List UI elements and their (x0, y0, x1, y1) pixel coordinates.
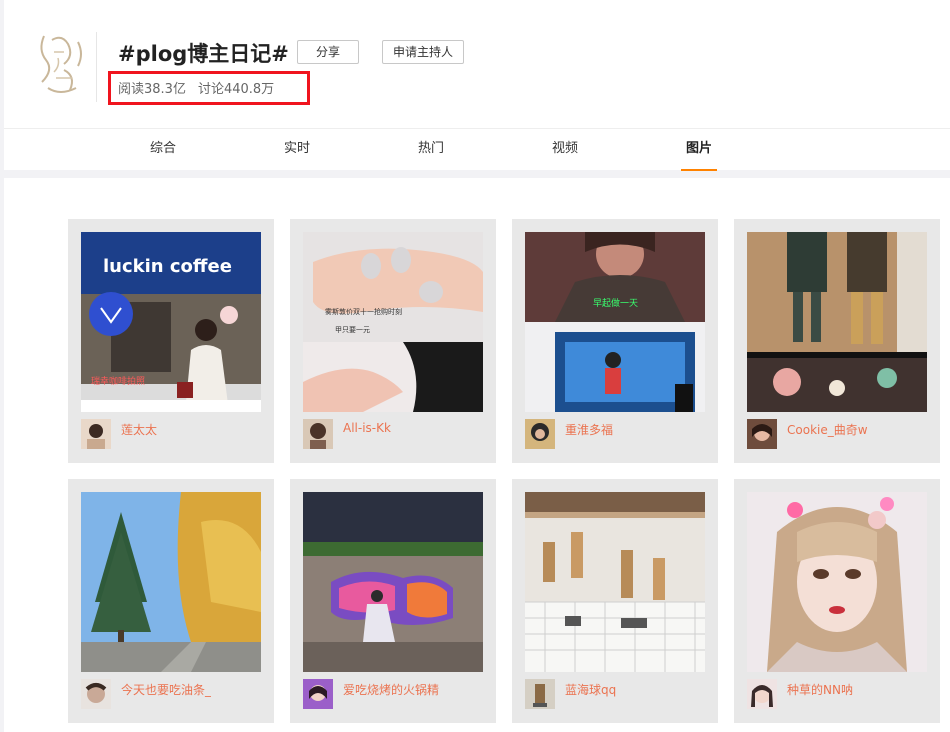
post-username[interactable]: Cookie_曲奇w (787, 421, 868, 438)
active-tab-underline (681, 169, 718, 171)
avatar[interactable] (303, 419, 333, 449)
avatar[interactable] (747, 679, 777, 709)
topic-tabs: 综合 实时 热门 视频 图片 (4, 128, 950, 171)
avatar[interactable] (747, 419, 777, 449)
post-username[interactable]: 种草的NN呐 (787, 681, 853, 698)
post-photo[interactable] (747, 232, 927, 412)
topic-stats: 阅读38.3亿 讨论440.8万 (118, 78, 286, 97)
read-count: 阅读38.3亿 (118, 82, 186, 97)
post-card: 爱吃烧烤的火锅精 (290, 479, 496, 723)
photo-caption-text: 瑞幸咖啡拍照 (91, 375, 145, 387)
topic-title: #plog博主日记# (118, 42, 289, 66)
post-photo[interactable] (303, 492, 483, 672)
discussion-count: 讨论440.8万 (197, 82, 275, 97)
avatar[interactable] (525, 679, 555, 709)
avatar[interactable] (525, 419, 555, 449)
post-username[interactable]: All-is-Kk (343, 421, 391, 435)
share-button[interactable]: 分享 (297, 40, 359, 64)
tab-pictures[interactable]: 图片 (681, 129, 718, 171)
apply-host-button[interactable]: 申请主持人 (382, 40, 464, 64)
avatar[interactable] (81, 679, 111, 709)
tab-general[interactable]: 综合 (150, 129, 176, 171)
post-username[interactable]: 重淮多福 (565, 421, 613, 438)
post-card: 蓝海球qq (512, 479, 718, 723)
post-card: Cookie_曲奇w (734, 219, 940, 463)
avatar[interactable] (303, 679, 333, 709)
post-photo[interactable]: 雾斯敦价双十一抢购时刻 甲只要一元 (303, 232, 483, 412)
logo-divider (96, 32, 97, 102)
post-photo[interactable] (525, 492, 705, 672)
post-card: 雾斯敦价双十一抢购时刻 甲只要一元 All-is-Kk (290, 219, 496, 463)
post-card: 今天也要吃油条_ (68, 479, 274, 723)
post-card: 早起做一天 重淮多福 (512, 219, 718, 463)
photo-overlay-text: 早起做一天 (593, 297, 638, 309)
picture-grid: luckin coffee 瑞幸咖啡拍照 莲太太 雾斯敦价双十一抢购时刻 甲只要… (4, 178, 950, 732)
post-card: luckin coffee 瑞幸咖啡拍照 莲太太 (68, 219, 274, 463)
tab-realtime[interactable]: 实时 (284, 129, 310, 171)
avatar[interactable] (81, 419, 111, 449)
topic-logo (34, 30, 90, 102)
tab-hot[interactable]: 热门 (418, 129, 444, 171)
tab-video[interactable]: 视频 (552, 129, 578, 171)
post-photo[interactable]: 早起做一天 (525, 232, 705, 412)
post-username[interactable]: 今天也要吃油条_ (121, 681, 211, 698)
post-photo[interactable]: luckin coffee 瑞幸咖啡拍照 (81, 232, 261, 412)
post-username[interactable]: 爱吃烧烤的火锅精 (343, 681, 439, 698)
post-photo[interactable] (81, 492, 261, 672)
photo-overlay-text: 雾斯敦价双十一抢购时刻 (325, 307, 402, 316)
post-card: 种草的NN呐 (734, 479, 940, 723)
post-username[interactable]: 莲太太 (121, 421, 157, 438)
photo-overlay-caption: 甲只要一元 (335, 326, 370, 334)
post-username[interactable]: 蓝海球qq (565, 681, 616, 698)
photo-sign-text: luckin coffee (103, 256, 232, 277)
topic-header: #plog博主日记# 分享 申请主持人 阅读38.3亿 讨论440.8万 (4, 0, 950, 128)
post-photo[interactable] (747, 492, 927, 672)
